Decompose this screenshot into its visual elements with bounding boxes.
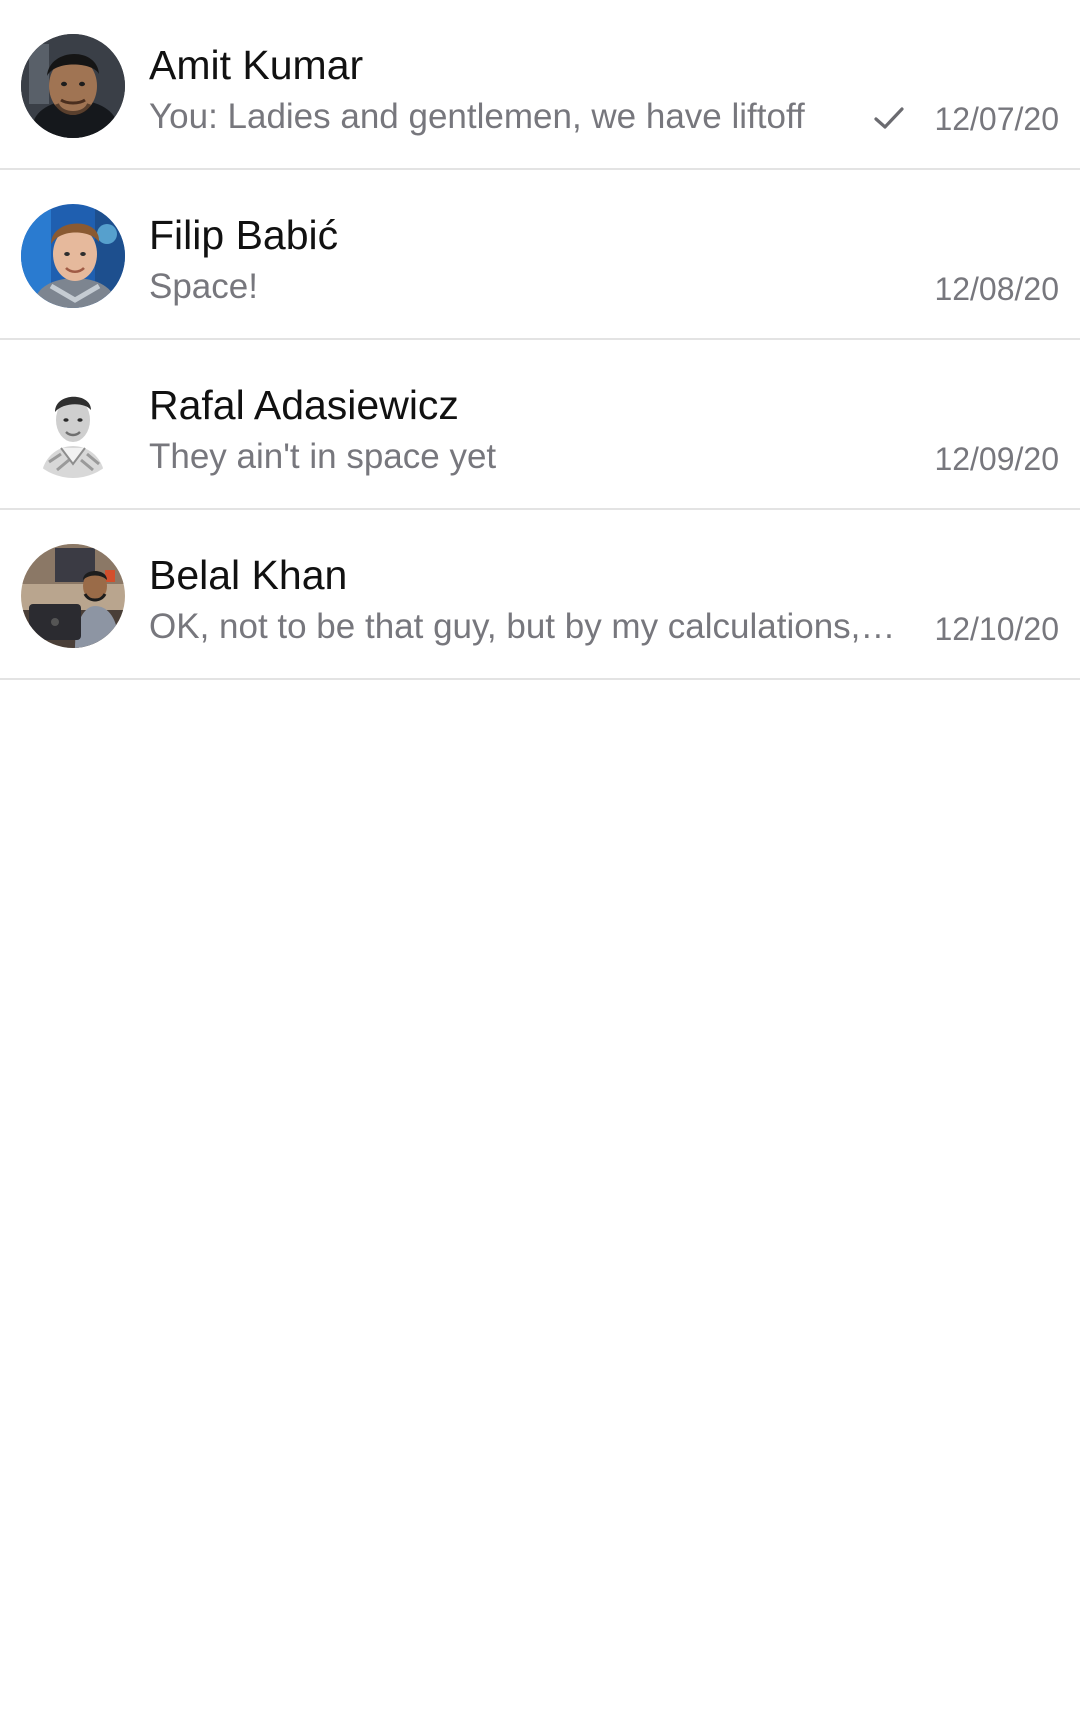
- contact-name: Amit Kumar: [149, 42, 364, 88]
- message-date: 12/09/20: [934, 441, 1059, 477]
- avatar[interactable]: [21, 34, 125, 138]
- person-avatar-icon: [21, 34, 125, 138]
- avatar[interactable]: [21, 204, 125, 308]
- message-preview: Space!: [149, 267, 258, 306]
- conversation-row-filip-babic[interactable]: Filip Babić Space! 12/08/20: [0, 170, 1080, 340]
- conversation-list: Amit Kumar You: Ladies and gentlemen, we…: [0, 0, 1080, 680]
- check-icon: [874, 107, 904, 129]
- person-avatar-icon: [21, 204, 125, 308]
- conversation-row-belal-khan[interactable]: Belal Khan OK, not to be that guy, but b…: [0, 510, 1080, 680]
- conversation-row-amit-kumar[interactable]: Amit Kumar You: Ladies and gentlemen, we…: [0, 0, 1080, 170]
- conversation-row-rafal-adasiewicz[interactable]: Rafal Adasiewicz They ain't in space yet…: [0, 340, 1080, 510]
- message-preview: You: Ladies and gentlemen, we have lifto…: [149, 97, 805, 136]
- contact-name: Filip Babić: [149, 212, 339, 258]
- person-avatar-icon: [21, 374, 125, 478]
- avatar[interactable]: [21, 544, 125, 648]
- message-date: 12/08/20: [934, 271, 1059, 307]
- contact-name: Rafal Adasiewicz: [149, 382, 459, 428]
- message-date: 12/07/20: [934, 101, 1059, 137]
- message-preview: They ain't in space yet: [149, 437, 497, 476]
- contact-name: Belal Khan: [149, 552, 348, 598]
- person-avatar-icon: [21, 544, 125, 648]
- message-preview: OK, not to be that guy, but by my calcul…: [149, 607, 904, 646]
- message-date: 12/10/20: [934, 611, 1059, 647]
- avatar[interactable]: [21, 374, 125, 478]
